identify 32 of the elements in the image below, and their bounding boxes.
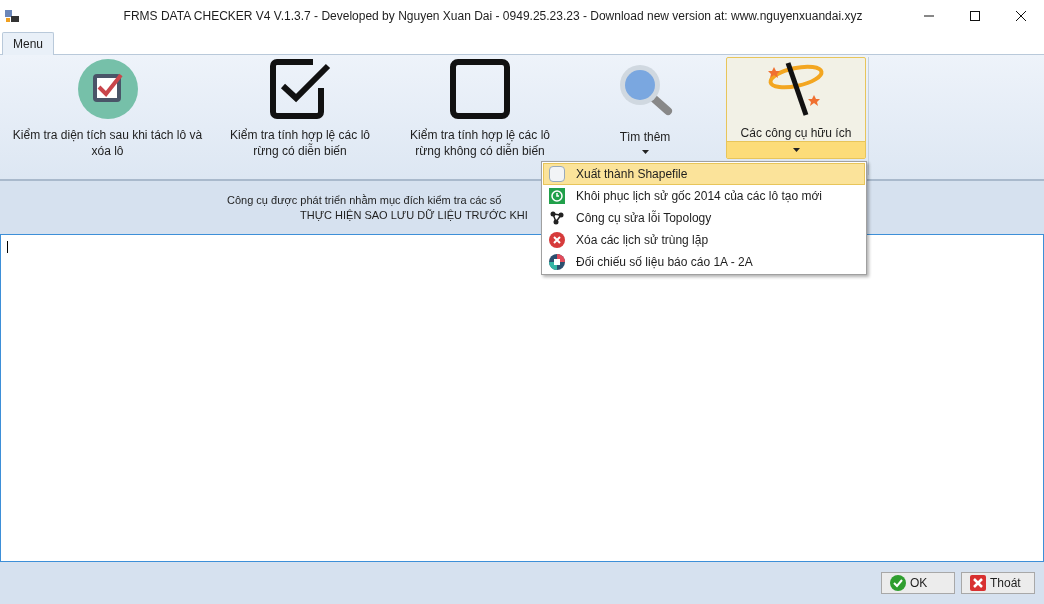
close-icon <box>549 232 565 248</box>
clock-icon <box>549 188 565 204</box>
node-icon <box>550 211 564 225</box>
app-icon <box>4 8 20 24</box>
checkbox-badge-icon <box>76 58 139 120</box>
info-text: THỰC HIỆN SAO LƯU DỮ LIỆU TRƯỚC KHI <box>300 207 528 223</box>
document-icon <box>549 166 565 182</box>
menu-item[interactable]: Xuất thành Shapefile <box>543 163 865 185</box>
close-icon <box>970 575 986 591</box>
menu-item[interactable]: Công cụ sửa lỗi Topology <box>543 207 865 229</box>
menu-item[interactable]: Xóa các lịch sử trùng lặp <box>543 229 865 251</box>
ribbon-tab[interactable]: Menu <box>2 32 55 55</box>
window-title: FRMS DATA CHECKER V4 V.1.3.7 - Developed by Nguyen Xuan Dai - 0949.25.23.23 - Download new version at: www.nguyenxuandai.xyz <box>122 8 864 25</box>
compare-icon <box>549 254 565 270</box>
checkbox-icon <box>269 58 331 120</box>
ribbon-button[interactable]: Kiểm tra tính hợp lệ các lô rừng không có diễn biến <box>390 57 570 159</box>
exit-button[interactable]: Thoát <box>961 572 1035 594</box>
maximize-icon <box>970 11 980 21</box>
log-text-area[interactable] <box>0 235 1044 562</box>
close-icon <box>1016 11 1026 21</box>
info-text: Công cụ được phát triển nhằm mục đích kiểm tra các số <box>227 192 502 208</box>
caret-icon <box>792 148 800 153</box>
ribbon-button[interactable]: Các công cụ hữu ích <box>726 57 866 159</box>
ribbon-button[interactable]: Kiểm tra tính hợp lệ các lô rừng có diễn biến <box>210 57 390 159</box>
check-icon <box>890 575 906 591</box>
caret-icon <box>641 150 649 154</box>
menu-item[interactable]: Khôi phục lịch sử gốc 2014 của các lô tạo mới <box>543 185 865 207</box>
ok-button[interactable]: OK <box>881 572 955 594</box>
ribbon-button[interactable]: Kiểm tra diện tích sau khi tách lô và xóa lô <box>5 57 210 159</box>
ribbon-button[interactable]: Tìm thêm <box>570 57 720 159</box>
square-icon <box>449 58 511 120</box>
menu-item[interactable]: Đối chiếu số liệu báo cáo 1A - 2A <box>543 251 865 273</box>
